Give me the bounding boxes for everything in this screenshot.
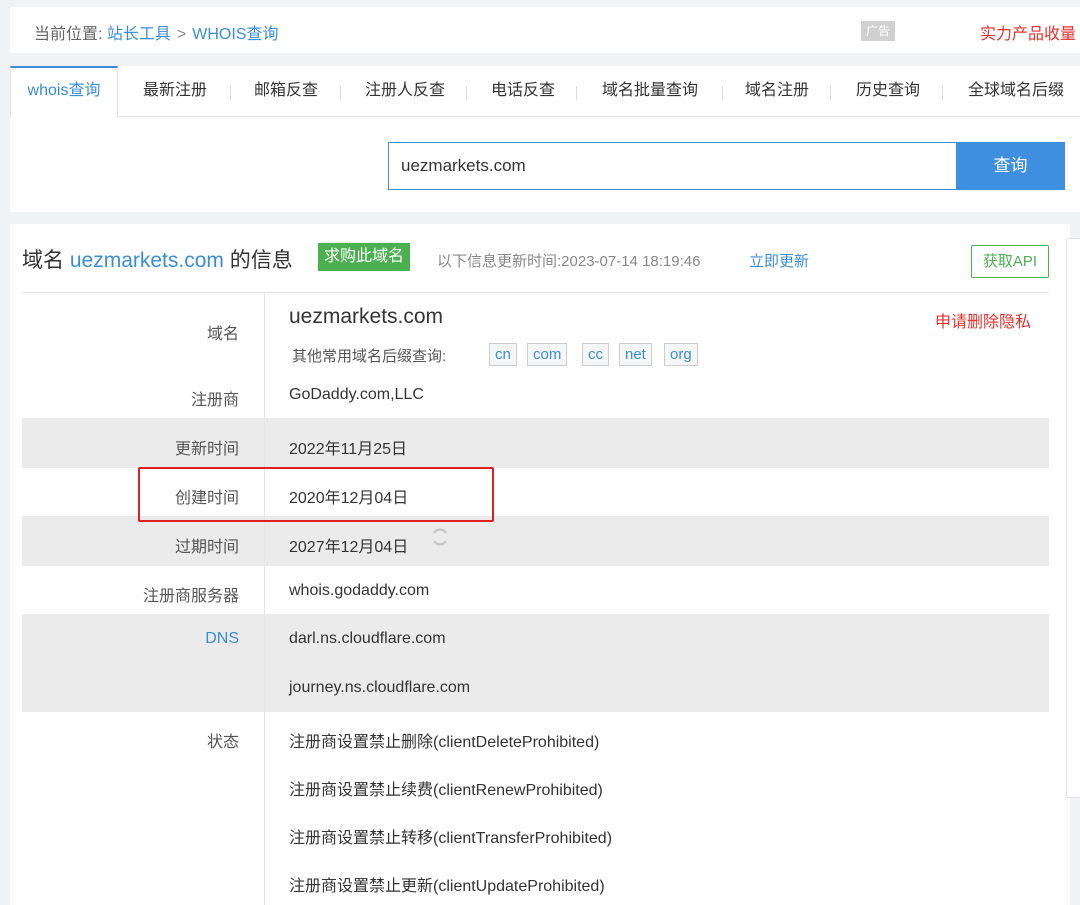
- suffix-org[interactable]: org: [664, 343, 698, 366]
- status-label: 状态: [206, 734, 239, 751]
- page-title: 域名 uezmarkets.com 的信息: [22, 244, 293, 274]
- tab-divider: [340, 86, 341, 100]
- tab-divider: [466, 86, 467, 100]
- whois-info-panel: 域名 uezmarkets.com 的信息 求购此域名 以下信息更新时间:202…: [10, 224, 1070, 905]
- title-domain: uezmarkets.com: [69, 249, 224, 272]
- tab-global-suffixes[interactable]: 全球域名后缀: [955, 66, 1080, 117]
- ad-link[interactable]: 实力产品收量: [980, 20, 1076, 44]
- tab-phone-reverse[interactable]: 电话反查: [480, 66, 566, 117]
- tab-registrant-reverse[interactable]: 注册人反查: [353, 66, 457, 117]
- column-divider: [264, 292, 265, 905]
- query-panel: whois查询 最新注册 邮箱反查 注册人反查 电话反查 域名批量查询 域名注册…: [10, 66, 1080, 212]
- whois-server-value: whois.godaddy.com: [289, 582, 430, 599]
- tab-divider: [722, 86, 723, 100]
- suffix-cc[interactable]: cc: [582, 343, 609, 366]
- tab-whois[interactable]: whois查询: [10, 66, 118, 118]
- suffix-query-label: 其他常用域名后缀查询:: [292, 348, 447, 365]
- updated-label: 更新时间: [174, 441, 239, 458]
- buy-domain-button[interactable]: 求购此域名: [318, 243, 411, 271]
- title-prefix: 域名: [22, 249, 64, 272]
- breadcrumb-prefix: 当前位置:: [34, 26, 103, 43]
- breadcrumb-bar: 当前位置: 站长工具 > WHOIS查询 广告 实力产品收量: [10, 7, 1080, 53]
- search-button[interactable]: 查询: [956, 142, 1065, 190]
- tab-batch-query[interactable]: 域名批量查询: [590, 66, 710, 117]
- tab-divider: [942, 86, 943, 100]
- registrar-label: 注册商: [190, 392, 239, 409]
- expires-label: 过期时间: [174, 539, 239, 556]
- tab-divider: [830, 86, 831, 100]
- domain-value: uezmarkets.com: [289, 305, 444, 328]
- update-time-text: 以下信息更新时间:2023-07-14 18:19:46: [437, 253, 701, 270]
- suffix-com[interactable]: com: [527, 343, 568, 366]
- refresh-icon[interactable]: [430, 527, 450, 547]
- breadcrumb: 当前位置: 站长工具 > WHOIS查询: [34, 20, 279, 44]
- tab-email-reverse[interactable]: 邮箱反查: [242, 66, 330, 117]
- tab-domain-register[interactable]: 域名注册: [734, 66, 820, 117]
- tab-divider: [230, 86, 231, 100]
- row-background: [22, 614, 1049, 712]
- divider: [22, 292, 1049, 293]
- domain-label: 域名: [206, 326, 239, 343]
- status-item: 注册商设置禁止更新(clientUpdateProhibited): [289, 878, 605, 895]
- title-suffix: 的信息: [229, 249, 293, 272]
- dns-server: journey.ns.cloudflare.com: [289, 679, 471, 696]
- registrar-value: GoDaddy.com,LLC: [289, 386, 424, 403]
- whois-server-label: 注册商服务器: [142, 588, 239, 605]
- privacy-removal-link[interactable]: 申请删除隐私: [935, 308, 1031, 332]
- tab-history[interactable]: 历史查询: [844, 66, 932, 117]
- tab-bar: whois查询 最新注册 邮箱反查 注册人反查 电话反查 域名批量查询 域名注册…: [10, 66, 1080, 118]
- tab-latest-registered[interactable]: 最新注册: [130, 66, 220, 117]
- side-panel-edge: [1066, 238, 1080, 798]
- suffix-cn[interactable]: cn: [489, 343, 517, 366]
- dns-server: darl.ns.cloudflare.com: [289, 630, 446, 647]
- get-api-button[interactable]: 获取API: [971, 245, 1049, 278]
- update-now-link[interactable]: 立即更新: [749, 250, 809, 271]
- breadcrumb-link-tools[interactable]: 站长工具: [107, 26, 171, 43]
- breadcrumb-separator: >: [176, 26, 187, 43]
- suffix-net[interactable]: net: [619, 343, 652, 366]
- status-item: 注册商设置禁止删除(clientDeleteProhibited): [289, 734, 600, 751]
- status-item: 注册商设置禁止转移(clientTransferProhibited): [289, 830, 613, 847]
- domain-search-input[interactable]: [388, 142, 957, 190]
- expires-value: 2027年12月04日: [289, 539, 409, 556]
- ad-badge: 广告: [861, 21, 895, 41]
- status-item: 注册商设置禁止续费(clientRenewProhibited): [289, 782, 603, 799]
- highlight-box: [138, 467, 494, 522]
- breadcrumb-link-whois[interactable]: WHOIS查询: [192, 26, 278, 43]
- updated-value: 2022年11月25日: [289, 441, 408, 458]
- dns-label: DNS: [205, 630, 239, 647]
- tab-divider: [576, 86, 577, 100]
